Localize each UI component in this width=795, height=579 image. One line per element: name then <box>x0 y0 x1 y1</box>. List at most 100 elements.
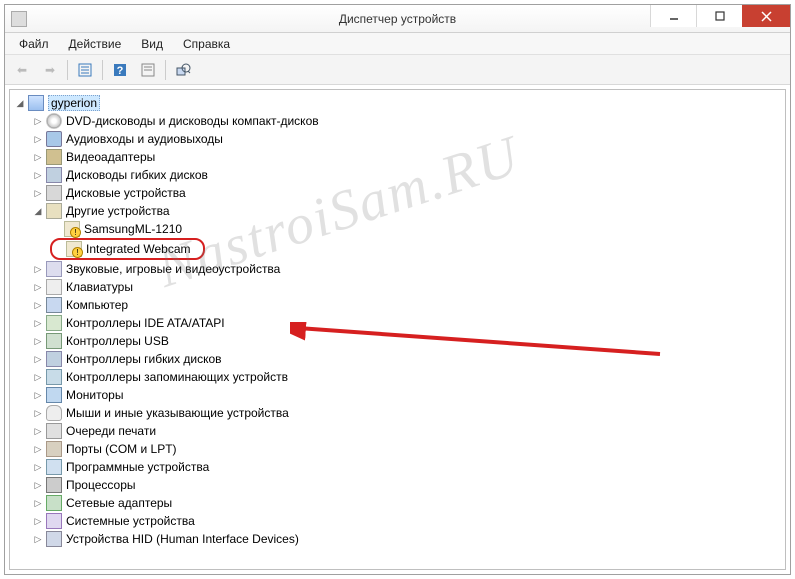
expand-icon[interactable]: ▷ <box>32 317 44 329</box>
nav-forward-button[interactable]: ➡ <box>39 59 61 81</box>
tree-node[interactable]: ▷Очереди печати <box>12 422 783 440</box>
close-button[interactable] <box>742 5 790 27</box>
node-label: Компьютер <box>66 298 128 312</box>
expand-icon[interactable]: ▷ <box>32 407 44 419</box>
menu-help[interactable]: Справка <box>175 35 238 53</box>
device-tree-panel[interactable]: NastroiSam.RU ◢gyperion▷DVD-дисководы и … <box>9 89 786 570</box>
nav-back-button[interactable]: ⬅ <box>11 59 33 81</box>
tree-node[interactable]: ▷Системные устройства <box>12 512 783 530</box>
node-label: Мониторы <box>66 388 123 402</box>
tree-node[interactable]: ▷Видеоадаптеры <box>12 148 783 166</box>
menu-view[interactable]: Вид <box>133 35 171 53</box>
tree-node[interactable]: Integrated Webcam <box>52 240 199 258</box>
node-label: Звуковые, игровые и видеоустройства <box>66 262 280 276</box>
maximize-button[interactable] <box>696 5 742 27</box>
node-label: Клавиатуры <box>66 280 133 294</box>
tree-node[interactable]: ▷ Клавиатуры <box>12 278 783 296</box>
expand-icon[interactable]: ▷ <box>32 299 44 311</box>
node-label: Контроллеры запоминающих устройств <box>66 370 288 384</box>
menubar: Файл Действие Вид Справка <box>5 33 790 55</box>
tree-node[interactable]: ▷Сетевые адаптеры <box>12 494 783 512</box>
collapse-icon[interactable]: ◢ <box>14 97 26 109</box>
tree-node[interactable]: ▷ Мониторы <box>12 386 783 404</box>
node-label: Integrated Webcam <box>86 242 191 256</box>
minimize-icon <box>669 11 679 21</box>
minimize-button[interactable] <box>650 5 696 27</box>
tree-node[interactable]: ▷ Контроллеры IDE ATA/ATAPI <box>12 314 783 332</box>
expand-icon[interactable]: ▷ <box>32 443 44 455</box>
menu-file[interactable]: Файл <box>11 35 57 53</box>
device-icon <box>28 95 44 111</box>
expand-icon[interactable]: ▷ <box>32 479 44 491</box>
show-hidden-button[interactable] <box>74 59 96 81</box>
device-icon <box>46 279 62 295</box>
tree-node[interactable]: ▷Устройства HID (Human Interface Devices… <box>12 530 783 548</box>
tree-node[interactable]: ▷ Дисководы гибких дисков <box>12 166 783 184</box>
tree-node[interactable]: ▷Мыши и иные указывающие устройства <box>12 404 783 422</box>
menu-action[interactable]: Действие <box>61 35 130 53</box>
expand-icon[interactable]: ▷ <box>32 461 44 473</box>
tree-node[interactable]: ▷ Компьютер <box>12 296 783 314</box>
device-icon <box>46 351 62 367</box>
device-icon <box>46 513 62 529</box>
tree-node[interactable]: ◢Другие устройства <box>12 202 783 220</box>
collapse-icon[interactable]: ◢ <box>32 205 44 217</box>
tree-node[interactable]: ▷ Порты (COM и LPT) <box>12 440 783 458</box>
expand-icon[interactable]: ▷ <box>32 335 44 347</box>
expand-icon[interactable]: ▷ <box>32 263 44 275</box>
expand-icon[interactable]: ▷ <box>32 389 44 401</box>
scan-hardware-button[interactable] <box>172 59 194 81</box>
device-icon <box>46 441 62 457</box>
expand-icon[interactable]: ▷ <box>32 353 44 365</box>
expand-icon[interactable]: ▷ <box>32 151 44 163</box>
tree-node[interactable]: ▷ Процессоры <box>12 476 783 494</box>
expand-icon[interactable]: ▷ <box>32 515 44 527</box>
node-label: Контроллеры IDE ATA/ATAPI <box>66 316 225 330</box>
device-icon <box>46 113 62 129</box>
node-label: Дисководы гибких дисков <box>66 168 208 182</box>
highlighted-device: Integrated Webcam <box>50 238 205 260</box>
device-icon <box>46 459 62 475</box>
expand-icon[interactable]: ▷ <box>32 133 44 145</box>
toolbar-separator <box>102 60 103 80</box>
help-icon: ? <box>112 62 128 78</box>
help-button[interactable]: ? <box>109 59 131 81</box>
node-label: SamsungML-1210 <box>84 222 182 236</box>
device-icon <box>46 387 62 403</box>
device-icon <box>46 423 62 439</box>
properties-button[interactable] <box>137 59 159 81</box>
node-label: Контроллеры гибких дисков <box>66 352 222 366</box>
maximize-icon <box>715 11 725 21</box>
expand-icon[interactable]: ▷ <box>32 497 44 509</box>
tree-node[interactable]: ▷ Звуковые, игровые и видеоустройства <box>12 260 783 278</box>
device-icon <box>46 477 62 493</box>
device-icon <box>66 241 82 257</box>
node-label: Дисковые устройства <box>66 186 186 200</box>
device-icon <box>46 333 62 349</box>
device-icon <box>46 167 62 183</box>
tree-node[interactable]: ▷Контроллеры USB <box>12 332 783 350</box>
tree-node[interactable]: ▷DVD-дисководы и дисководы компакт-диско… <box>12 112 783 130</box>
expand-icon[interactable]: ▷ <box>32 115 44 127</box>
node-label: gyperion <box>48 95 100 111</box>
tree-node[interactable]: ▷ Дисковые устройства <box>12 184 783 202</box>
expand-icon[interactable]: ▷ <box>32 425 44 437</box>
expand-icon[interactable]: ▷ <box>32 169 44 181</box>
node-label: Процессоры <box>66 478 136 492</box>
tree-node[interactable]: SamsungML-1210 <box>12 220 783 238</box>
expand-icon[interactable]: ▷ <box>32 533 44 545</box>
close-icon <box>761 11 772 22</box>
tree-node[interactable]: ▷Программные устройства <box>12 458 783 476</box>
expand-icon[interactable]: ▷ <box>32 371 44 383</box>
tree-node[interactable]: ▷Аудиовходы и аудиовыходы <box>12 130 783 148</box>
expander-blank <box>50 223 62 235</box>
node-label: Порты (COM и LPT) <box>66 442 177 456</box>
tree-node[interactable]: ▷ Контроллеры гибких дисков <box>12 350 783 368</box>
device-icon <box>46 531 62 547</box>
toolbar-separator <box>67 60 68 80</box>
expand-icon[interactable]: ▷ <box>32 187 44 199</box>
tree-node[interactable]: ▷ Контроллеры запоминающих устройств <box>12 368 783 386</box>
expand-icon[interactable]: ▷ <box>32 281 44 293</box>
tree-node[interactable]: ◢ gyperion <box>12 94 783 112</box>
device-icon <box>46 405 62 421</box>
